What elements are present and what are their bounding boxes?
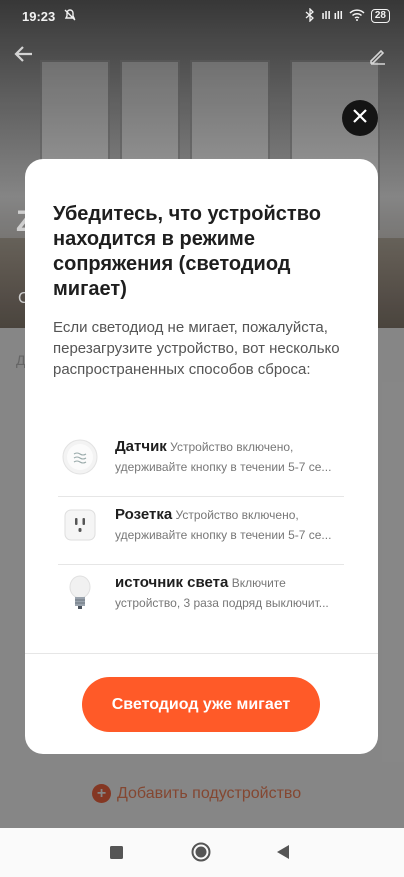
reset-methods-list: Датчик Устройство включено, удерживайте … [58, 429, 344, 633]
list-item[interactable]: Розетка Устройство включено, удерживайте… [58, 497, 344, 565]
list-item[interactable]: источник света Включите устройство, 3 ра… [58, 565, 344, 633]
device-instruction-cont: удерживайте кнопку в течении 5-7 се... [115, 528, 332, 542]
device-name: Розетка [115, 506, 173, 523]
socket-icon [62, 507, 98, 543]
wifi-icon [349, 8, 365, 24]
bluetooth-icon [305, 6, 315, 25]
list-item[interactable]: Датчик Устройство включено, удерживайте … [58, 429, 344, 497]
battery-indicator: 28 [370, 9, 390, 23]
signal-text: ıll ıll [321, 10, 343, 22]
device-instruction: Устройство включено, [170, 440, 294, 454]
notifications-off-icon [63, 8, 77, 25]
recent-apps-button[interactable] [110, 846, 123, 864]
status-bar: 19:23 ıll ıll 28 [0, 0, 404, 32]
status-time: 19:23 [22, 8, 56, 24]
device-instruction: Устройство включено, [175, 508, 299, 522]
led-blinking-button[interactable]: Светодиод уже мигает [82, 677, 320, 732]
home-button[interactable] [191, 842, 211, 867]
device-instruction-cont: удерживайте кнопку в течении 5-7 се... [115, 460, 332, 474]
sensor-icon [62, 439, 98, 475]
dialog-divider [25, 653, 378, 654]
device-name: источник света [115, 574, 229, 591]
dialog-description: Если светодиод не мигает, пожалуйста, пе… [53, 319, 340, 378]
device-instruction-cont: устройство, 3 раза подряд выключит... [115, 596, 329, 610]
close-icon [353, 108, 367, 128]
device-name: Датчик [115, 438, 167, 455]
dialog-title: Убедитесь, что устройство находится в ре… [53, 203, 321, 300]
close-button[interactable] [342, 100, 378, 136]
bulb-icon [62, 575, 98, 611]
back-button[interactable] [276, 844, 290, 865]
device-instruction: Включите [231, 576, 286, 590]
pairing-mode-dialog: Убедитесь, что устройство находится в ре… [25, 159, 378, 754]
